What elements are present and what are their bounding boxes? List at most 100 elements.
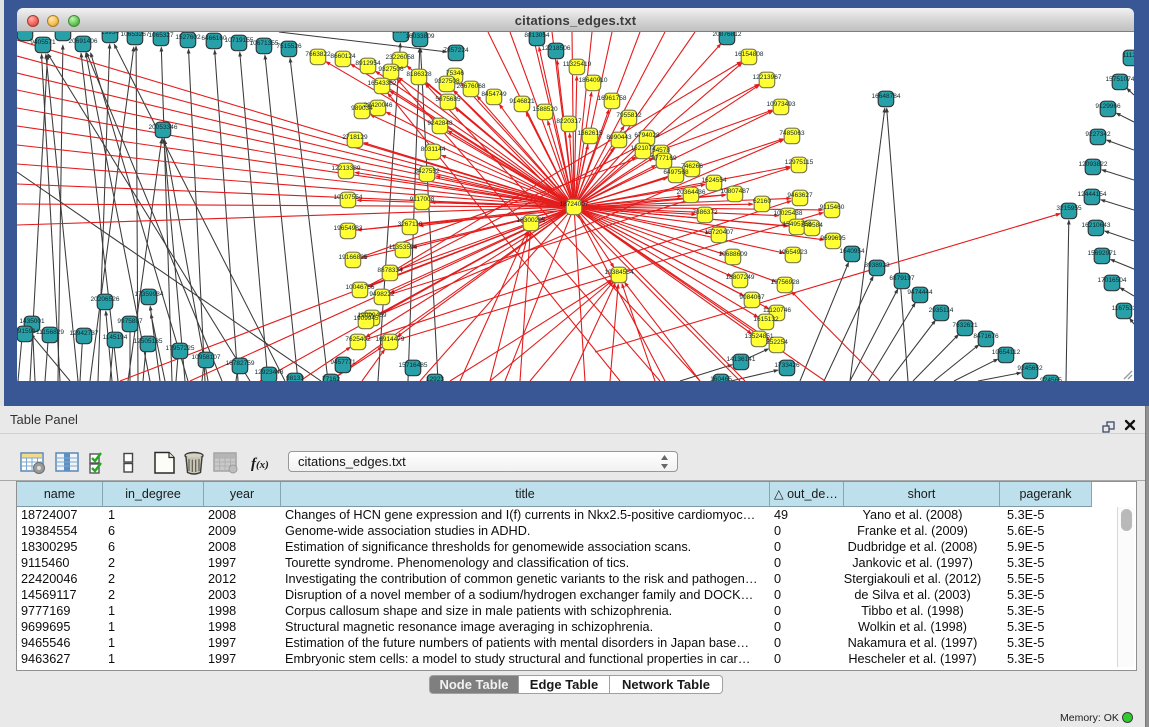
svg-text:10654112: 10654112 <box>992 349 1021 356</box>
svg-text:6497568: 6497568 <box>663 169 689 176</box>
svg-text:6466160: 6466160 <box>201 35 227 42</box>
svg-text:19654923: 19654923 <box>779 249 808 256</box>
svg-text:20364436: 20364436 <box>677 189 706 196</box>
svg-text:18640910: 18640910 <box>579 77 608 84</box>
svg-text:8186328: 8186328 <box>406 71 432 78</box>
svg-text:34578: 34578 <box>652 147 670 154</box>
svg-text:7632621: 7632621 <box>952 322 978 329</box>
svg-text:1640954: 1640954 <box>839 248 865 255</box>
svg-text:12942737: 12942737 <box>70 330 99 337</box>
svg-text:9146821: 9146821 <box>509 98 535 105</box>
svg-text:11156829: 11156829 <box>36 329 64 336</box>
svg-text:252254: 252254 <box>766 339 788 346</box>
svg-text:8454749: 8454749 <box>481 91 507 98</box>
svg-text:15716485: 15716485 <box>399 362 428 369</box>
svg-text:19756928: 19756928 <box>771 279 800 286</box>
svg-text:16033809: 16033809 <box>406 33 435 40</box>
svg-text:2718129: 2718129 <box>342 134 368 141</box>
svg-text:16210643: 16210643 <box>1082 222 1111 229</box>
svg-text:3267110: 3267110 <box>398 221 423 228</box>
svg-text:8031144: 8031144 <box>421 146 446 153</box>
svg-text:20876812: 20876812 <box>713 32 742 38</box>
svg-text:12093822: 12093822 <box>1079 161 1108 168</box>
svg-text:16914479: 16914479 <box>376 336 405 343</box>
svg-text:12213389: 12213389 <box>332 165 361 172</box>
svg-text:7485063: 7485063 <box>779 130 805 137</box>
svg-text:8471676: 8471676 <box>973 333 999 340</box>
svg-text:17016504: 17016504 <box>1098 277 1127 284</box>
svg-text:7386372: 7386372 <box>692 209 718 216</box>
svg-text:9463627: 9463627 <box>787 192 813 199</box>
svg-text:11325419: 11325419 <box>563 61 592 68</box>
svg-text:8220317: 8220317 <box>556 118 582 125</box>
svg-text:9227342: 9227342 <box>1085 131 1111 138</box>
svg-text:1733426: 1733426 <box>774 362 800 369</box>
svg-text:8912954: 8912954 <box>355 60 381 67</box>
svg-text:849584: 849584 <box>801 222 823 229</box>
svg-text:19934: 19934 <box>101 32 119 36</box>
svg-text:22420046: 22420046 <box>364 102 393 109</box>
svg-text:2935114: 2935114 <box>929 307 954 314</box>
svg-text:19166825: 19166825 <box>339 254 368 261</box>
svg-text:9115460: 9115460 <box>820 204 845 211</box>
svg-text:10688609: 10688609 <box>719 251 748 258</box>
svg-text:1615132: 1615132 <box>753 316 779 323</box>
svg-text:10671355: 10671355 <box>250 40 279 47</box>
svg-text:1435001: 1435001 <box>19 318 45 325</box>
svg-text:7515526: 7515526 <box>276 43 302 50</box>
svg-text:12923: 12923 <box>426 376 444 381</box>
svg-text:10973493: 10973493 <box>767 101 796 108</box>
svg-text:12923448: 12923448 <box>255 369 284 376</box>
svg-text:1624554: 1624554 <box>701 177 727 184</box>
svg-text:7663822: 7663822 <box>305 51 331 58</box>
svg-text:26676068: 26676068 <box>457 83 486 90</box>
svg-text:8813054: 8813054 <box>524 32 550 39</box>
svg-text:77162: 77162 <box>322 376 340 381</box>
svg-text:9117008: 9117008 <box>410 196 435 203</box>
svg-text:8990443: 8990443 <box>606 134 632 141</box>
svg-text:1167533: 1167533 <box>1112 305 1134 312</box>
svg-text:1909945: 1909945 <box>353 315 379 322</box>
svg-text:391591: 391591 <box>17 328 36 335</box>
svg-text:9474444: 9474444 <box>907 289 933 296</box>
svg-text:20053346: 20053346 <box>149 124 178 131</box>
svg-text:98133: 98133 <box>286 375 304 381</box>
svg-text:7955812: 7955812 <box>616 112 642 119</box>
svg-text:17359934: 17359934 <box>135 291 164 298</box>
svg-text:9242848: 9242848 <box>427 120 453 127</box>
svg-text:8938923: 8938923 <box>864 262 890 269</box>
svg-text:12505135: 12505135 <box>134 338 163 345</box>
svg-text:12975115: 12975115 <box>785 159 814 166</box>
svg-text:16648784: 16648784 <box>872 93 901 100</box>
svg-text:8427552: 8427552 <box>414 168 440 175</box>
svg-text:2215: 2215 <box>56 32 71 34</box>
svg-text:9245652: 9245652 <box>1017 365 1043 372</box>
svg-text:15720407: 15720407 <box>705 229 734 236</box>
svg-text:1145194: 1145194 <box>103 334 128 341</box>
svg-text:20206526: 20206526 <box>91 296 120 303</box>
svg-text:7857224: 7857224 <box>443 47 469 54</box>
svg-text:10107554: 10107554 <box>334 194 363 201</box>
svg-text:62160: 62160 <box>753 198 771 205</box>
svg-text:5875685: 5875685 <box>435 96 461 103</box>
svg-text:1065327: 1065327 <box>148 32 174 39</box>
svg-text:10807487: 10807487 <box>721 188 750 195</box>
svg-text:11120746: 11120746 <box>763 307 791 314</box>
svg-text:9084067: 9084067 <box>739 294 765 301</box>
svg-text:1588520: 1588520 <box>532 106 558 113</box>
svg-text:12218506: 12218506 <box>542 45 571 52</box>
svg-text:1362615: 1362615 <box>577 130 603 137</box>
svg-text:6879197: 6879197 <box>889 275 915 282</box>
svg-text:14136141: 14136141 <box>727 356 756 363</box>
svg-text:18300295: 18300295 <box>517 217 546 224</box>
svg-text:18807249: 18807249 <box>726 274 755 281</box>
svg-text:9498222: 9498222 <box>369 291 395 298</box>
svg-text:20691406: 20691406 <box>69 38 98 45</box>
svg-text:10958107: 10958107 <box>192 354 221 361</box>
svg-text:23226058: 23226058 <box>386 54 415 61</box>
svg-text:924565: 924565 <box>1040 377 1062 381</box>
svg-text:9699695: 9699695 <box>820 235 846 242</box>
svg-text:19654983: 19654983 <box>334 225 363 232</box>
svg-text:17957225: 17957225 <box>166 345 195 352</box>
svg-text:7625402: 7625402 <box>345 336 371 343</box>
